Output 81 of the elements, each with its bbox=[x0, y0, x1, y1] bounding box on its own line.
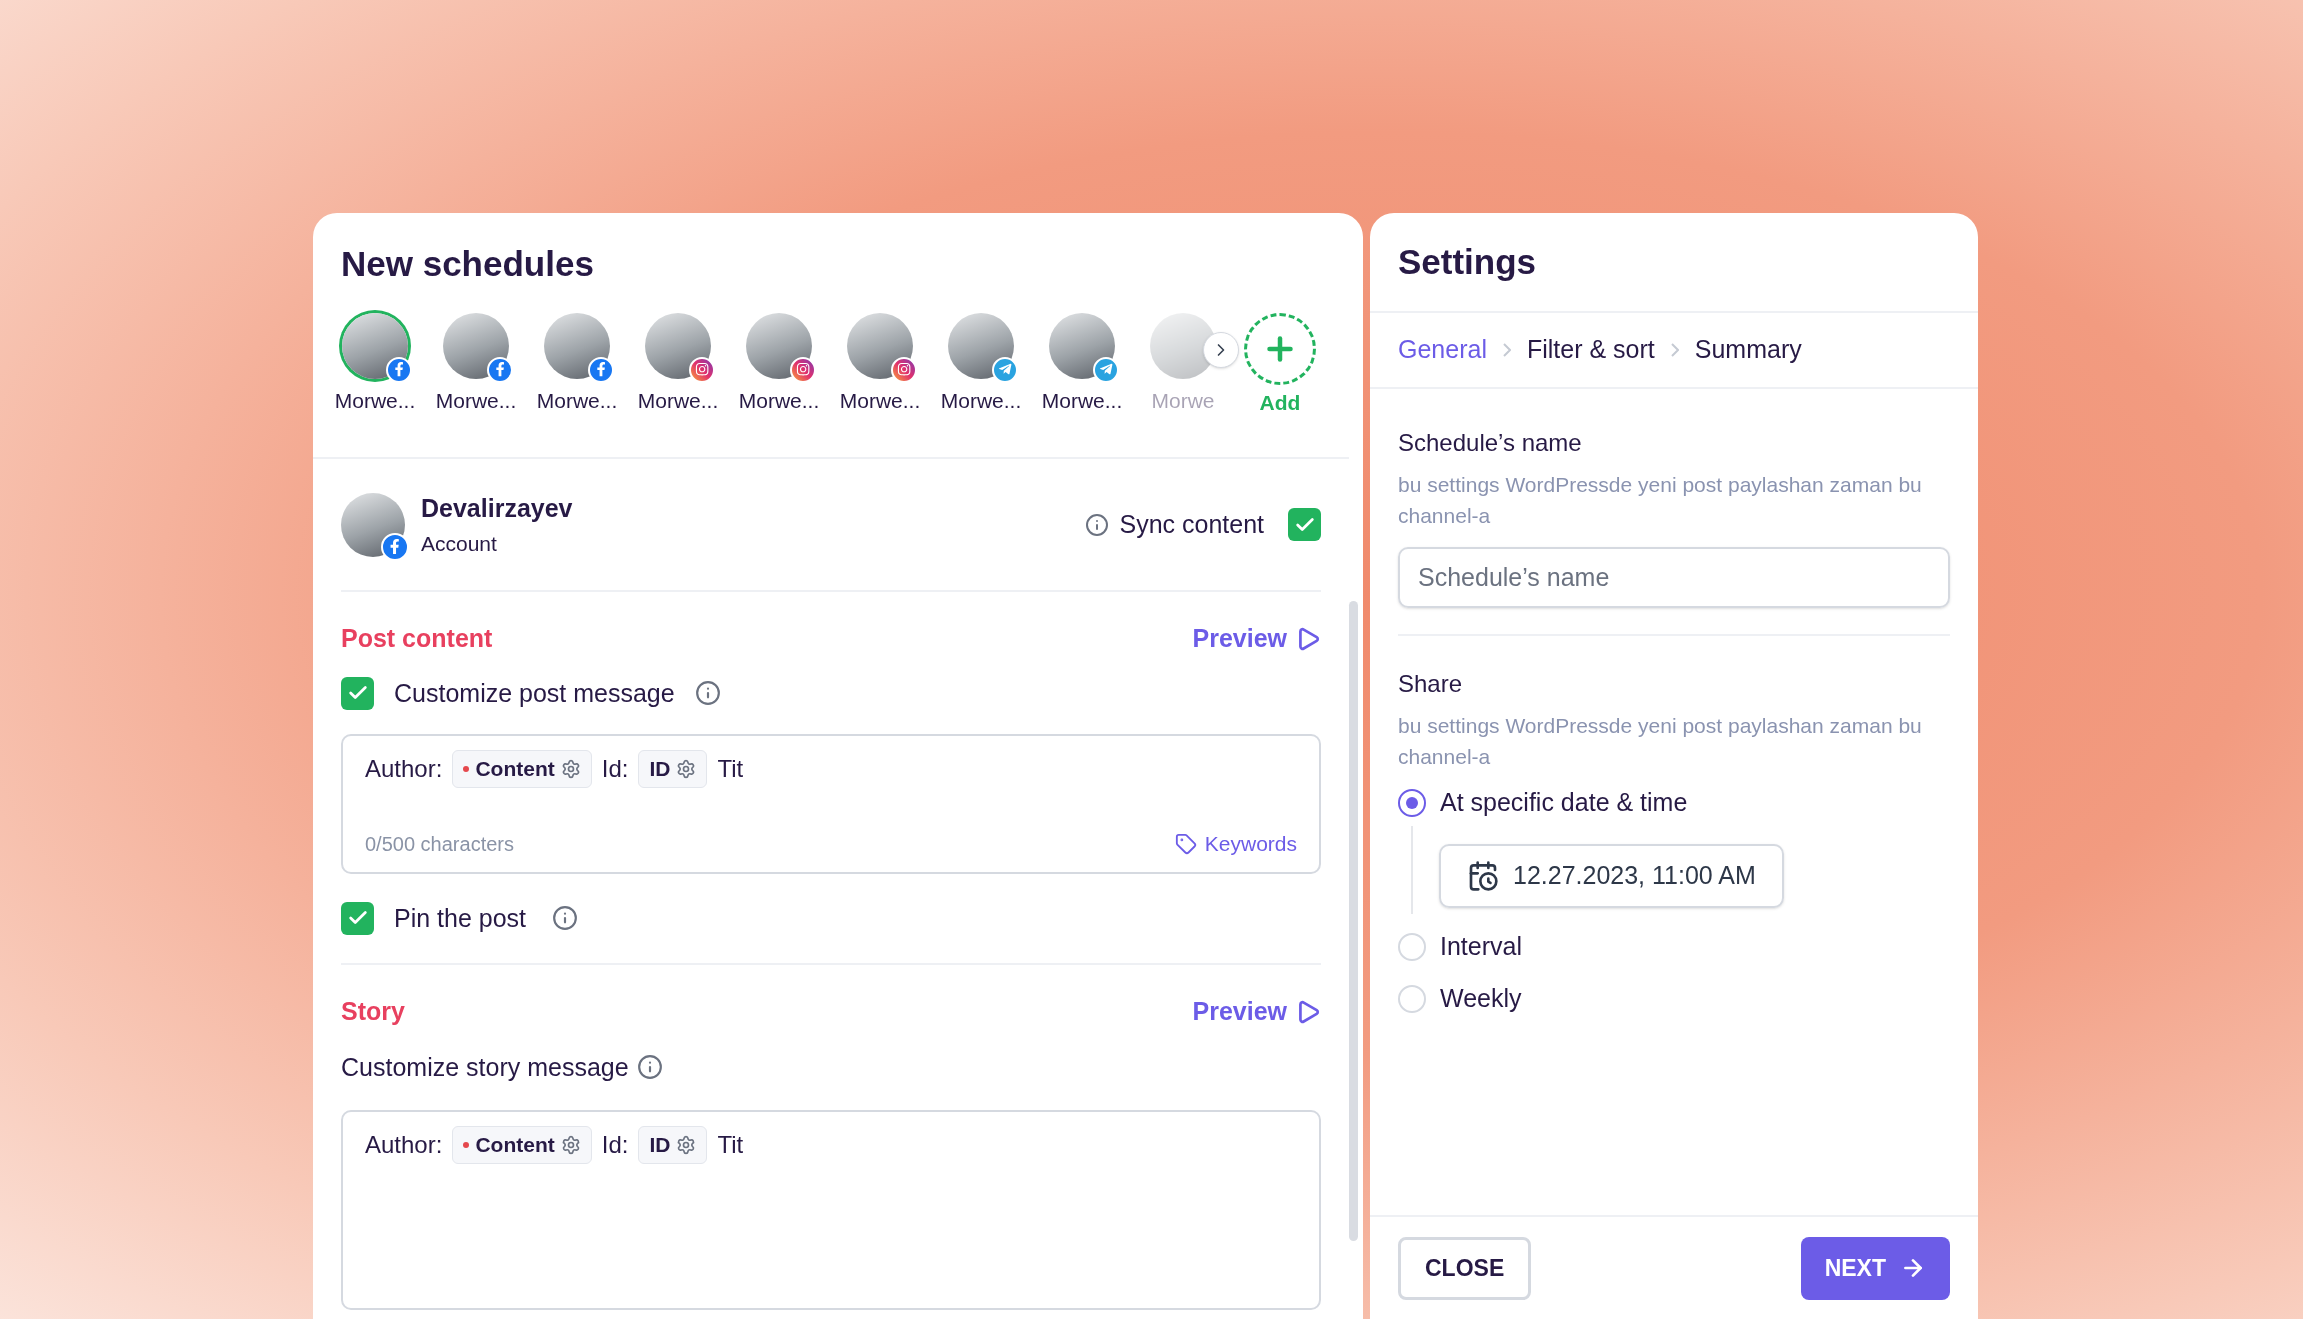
variable-tag[interactable]: Content bbox=[452, 750, 592, 788]
message-editor[interactable]: Author: Content Id: ID Tit bbox=[341, 1110, 1321, 1310]
calendar-icon bbox=[1467, 860, 1499, 892]
next-button[interactable]: NEXT bbox=[1800, 1236, 1950, 1300]
panel-title: Settings bbox=[1398, 240, 1537, 283]
account-name: Morwe... bbox=[940, 387, 1022, 414]
editor-text: Id: bbox=[601, 754, 629, 784]
field-label: Share bbox=[1398, 669, 1464, 699]
account-name: Morwe... bbox=[637, 387, 719, 414]
step-tab[interactable]: General bbox=[1398, 331, 1487, 369]
variable-tag[interactable]: ID bbox=[638, 750, 708, 788]
section-title: Post content bbox=[341, 623, 493, 654]
editor-text: Tit bbox=[717, 754, 744, 784]
account-name: Morwe bbox=[1151, 387, 1215, 414]
add-label: Add bbox=[1259, 389, 1301, 416]
tag-icon bbox=[1174, 832, 1197, 855]
option-label: Pin the post bbox=[394, 902, 527, 934]
variable-tag[interactable]: ID bbox=[638, 1126, 708, 1164]
gear-icon bbox=[560, 1135, 581, 1155]
checkbox[interactable] bbox=[1288, 508, 1321, 541]
scrollbar[interactable] bbox=[1349, 601, 1358, 1241]
account-name: Morwe... bbox=[738, 387, 820, 414]
instagram-badge-icon bbox=[790, 356, 816, 383]
telegram-badge-icon bbox=[992, 356, 1018, 383]
account-name: Morwe... bbox=[839, 387, 921, 414]
account-name: Morwe... bbox=[1041, 387, 1123, 414]
character-counter: 0/500 characters bbox=[365, 831, 514, 857]
info-icon[interactable] bbox=[1085, 512, 1110, 537]
date-time-field[interactable]: 12.27.2023, 11:00 AM bbox=[1439, 844, 1784, 908]
info-icon[interactable] bbox=[636, 1054, 663, 1081]
instagram-badge-icon bbox=[891, 356, 917, 383]
radio-label: Weekly bbox=[1440, 983, 1522, 1015]
account-name: Morwe... bbox=[536, 387, 618, 414]
option-label: Customize post message bbox=[394, 677, 675, 709]
gear-icon bbox=[676, 1135, 697, 1155]
panel-title: New schedules bbox=[341, 243, 595, 285]
option-label: Customize story message bbox=[341, 1051, 629, 1083]
editor-text: Tit bbox=[717, 1130, 744, 1160]
checkbox[interactable] bbox=[341, 901, 374, 935]
editor-text: Author: bbox=[365, 1130, 443, 1160]
account-name: Devalirzayev bbox=[421, 493, 573, 524]
preview-button[interactable]: Preview bbox=[1192, 620, 1321, 658]
tag-label: Content bbox=[475, 756, 555, 783]
editor-text: Id: bbox=[601, 1130, 629, 1160]
checkbox[interactable] bbox=[341, 676, 374, 710]
field-description: bu settings WordPressde yeni post paylashan zaman bu channel-a bbox=[1398, 713, 1923, 770]
step-tab[interactable]: Summary bbox=[1694, 331, 1802, 369]
variable-tag[interactable]: Content bbox=[452, 1126, 592, 1164]
close-button[interactable]: CLOSE bbox=[1398, 1236, 1532, 1300]
facebook-badge-icon bbox=[487, 356, 513, 383]
account-name: Morwe... bbox=[435, 387, 517, 414]
info-icon[interactable] bbox=[694, 680, 721, 707]
telegram-badge-icon bbox=[1093, 356, 1119, 383]
radio-label: Interval bbox=[1440, 931, 1522, 963]
scroll-right-button[interactable] bbox=[1203, 332, 1239, 368]
gear-icon bbox=[676, 759, 697, 779]
sync-label: Sync content bbox=[1119, 508, 1264, 540]
chevron-right-icon bbox=[1670, 343, 1679, 357]
field-label: Schedule’s name bbox=[1398, 428, 1583, 458]
editor-text: Author: bbox=[365, 754, 443, 784]
gear-icon bbox=[560, 759, 581, 779]
account-role: Account bbox=[421, 530, 498, 557]
radio-button[interactable] bbox=[1398, 789, 1426, 817]
step-tab[interactable]: Filter & sort bbox=[1526, 331, 1655, 369]
radio-label: At specific date & time bbox=[1440, 787, 1688, 819]
tag-label: ID bbox=[649, 756, 671, 783]
add-account-button[interactable] bbox=[1244, 312, 1316, 385]
preview-button[interactable]: Preview bbox=[1192, 993, 1321, 1031]
tag-label: Content bbox=[475, 1132, 555, 1159]
facebook-badge-icon bbox=[588, 356, 614, 383]
chevron-right-icon bbox=[1502, 343, 1511, 357]
instagram-badge-icon bbox=[689, 356, 715, 383]
info-icon[interactable] bbox=[552, 905, 579, 932]
field-description: bu settings WordPressde yeni post paylashan zaman bu channel-a bbox=[1398, 472, 1923, 529]
tag-label: ID bbox=[649, 1132, 671, 1159]
section-title: Story bbox=[341, 996, 405, 1027]
facebook-badge-icon bbox=[381, 532, 409, 561]
keywords-button[interactable]: Keywords bbox=[1174, 828, 1297, 860]
account-name: Morwe... bbox=[334, 387, 416, 414]
name-input-field[interactable]: Schedule’s name bbox=[1398, 547, 1950, 608]
message-editor[interactable]: Author: Content Id: ID Tit 0/500 characters Keywords bbox=[341, 734, 1321, 874]
